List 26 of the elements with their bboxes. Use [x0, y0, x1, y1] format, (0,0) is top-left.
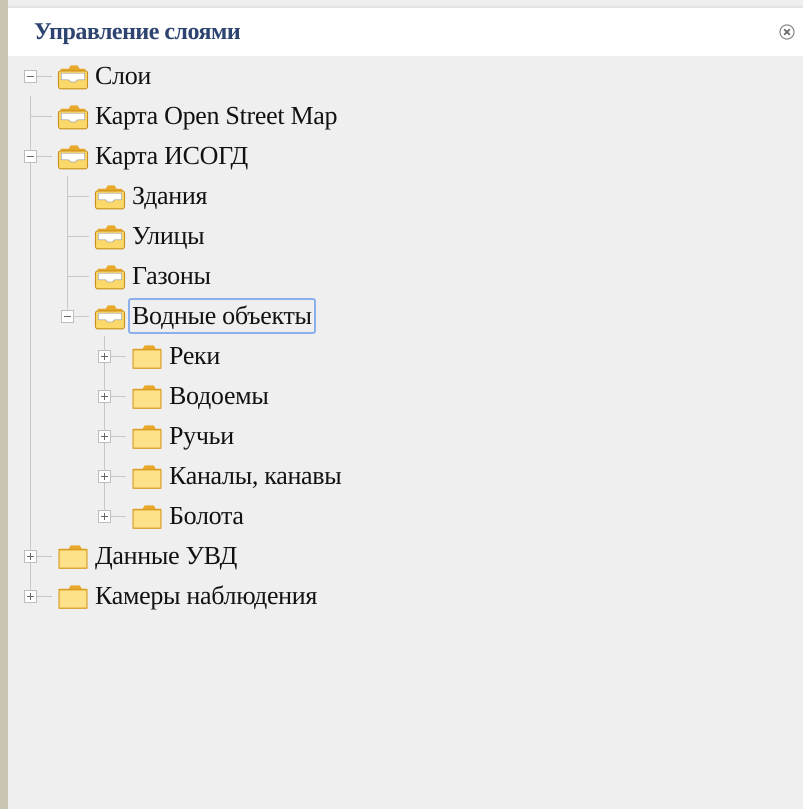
layer-label[interactable]: Водоемы — [165, 378, 273, 414]
layer-label[interactable]: Водные объекты — [128, 298, 316, 334]
layer-label[interactable]: Карта ИСОГД — [91, 138, 252, 174]
layer-label[interactable]: Здания — [128, 178, 212, 214]
expand-toggle[interactable] — [98, 390, 111, 403]
layer-label[interactable]: Болота — [165, 498, 248, 534]
expand-toggle[interactable] — [98, 470, 111, 483]
expand-toggle[interactable] — [98, 510, 111, 523]
collapse-toggle[interactable] — [61, 310, 74, 323]
layer-label[interactable]: Реки — [165, 338, 224, 374]
layer-label[interactable]: Камеры наблюдения — [91, 578, 322, 614]
collapse-toggle[interactable] — [24, 150, 37, 163]
layer-label[interactable]: Данные УВД — [91, 538, 242, 574]
layer-label[interactable]: Каналы, канавы — [165, 458, 346, 494]
layer-label[interactable]: Слои — [91, 58, 156, 94]
expand-toggle[interactable] — [24, 590, 37, 603]
collapse-toggle[interactable] — [24, 70, 37, 83]
expand-toggle[interactable] — [24, 550, 37, 563]
layer-label[interactable]: Газоны — [128, 258, 215, 294]
panel-title: Управление слоями — [34, 18, 240, 46]
expand-toggle[interactable] — [98, 430, 111, 443]
close-icon[interactable] — [779, 24, 795, 40]
layer-label[interactable]: Улицы — [128, 218, 208, 254]
layer-label[interactable]: Карта Open Street Map — [91, 98, 342, 134]
layer-label[interactable]: Ручьи — [165, 418, 238, 454]
expand-toggle[interactable] — [98, 350, 111, 363]
